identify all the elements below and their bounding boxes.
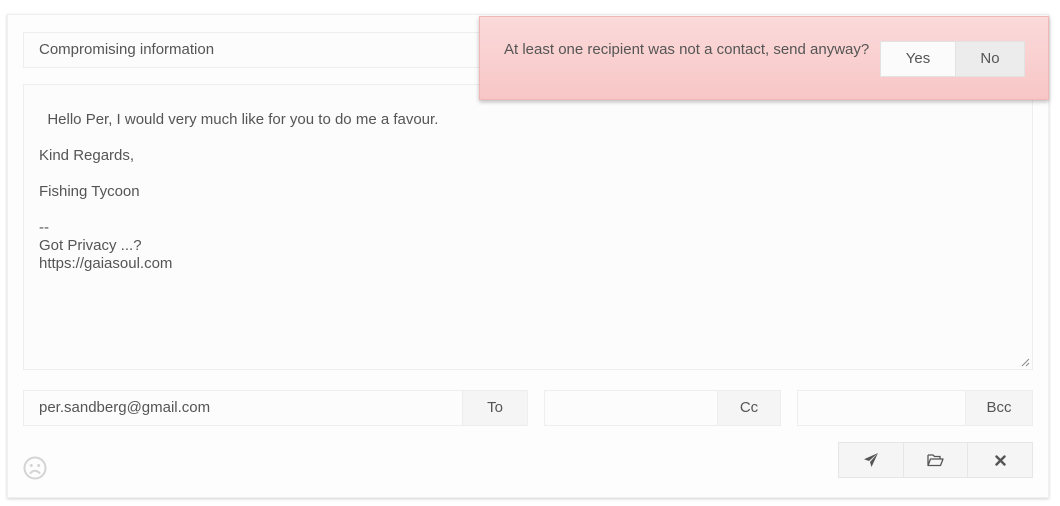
- bcc-input[interactable]: [798, 391, 965, 425]
- folder-open-icon: [927, 454, 944, 467]
- confirm-send-dialog: At least one recipient was not a contact…: [479, 16, 1049, 100]
- to-button[interactable]: To: [462, 391, 527, 425]
- message-body-textarea[interactable]: Hello Per, I would very much like for yo…: [23, 84, 1033, 370]
- no-button[interactable]: No: [956, 42, 1024, 76]
- resize-grip-icon[interactable]: [1021, 358, 1030, 367]
- attach-button[interactable]: [904, 443, 969, 477]
- cc-button[interactable]: Cc: [717, 391, 780, 425]
- confirm-message: At least one recipient was not a contact…: [504, 41, 870, 58]
- bcc-button[interactable]: Bcc: [965, 391, 1032, 425]
- compose-actions: [838, 442, 1033, 478]
- cc-input[interactable]: [545, 391, 717, 425]
- yes-button[interactable]: Yes: [881, 42, 956, 76]
- send-icon: [863, 453, 878, 467]
- message-body-text: Hello Per, I would very much like for yo…: [39, 111, 439, 272]
- send-button[interactable]: [839, 443, 904, 477]
- to-input[interactable]: per.sandberg@gmail.com: [24, 391, 462, 425]
- cc-field-group: Cc: [544, 390, 781, 426]
- to-field-group: per.sandberg@gmail.com To: [23, 390, 528, 426]
- confirm-buttons: Yes No: [880, 41, 1025, 77]
- bcc-field-group: Bcc: [797, 390, 1033, 426]
- sad-face-icon: [23, 456, 47, 480]
- discard-button[interactable]: [968, 443, 1032, 477]
- close-icon: [994, 454, 1006, 466]
